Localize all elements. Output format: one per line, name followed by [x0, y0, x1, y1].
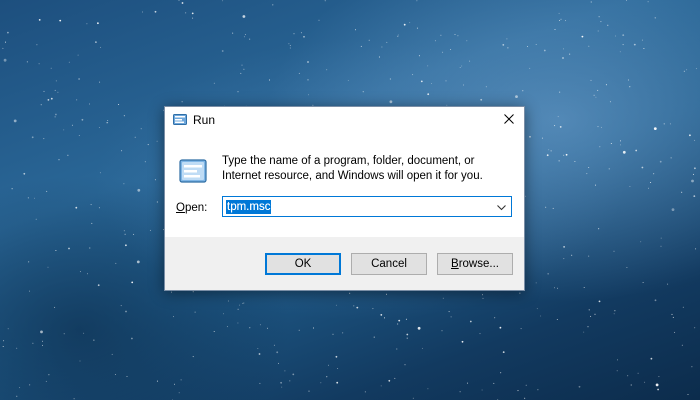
cancel-button-label: Cancel [371, 258, 407, 270]
run-dialog: Run Type the name of a program, folder, … [164, 106, 525, 291]
dialog-title: Run [193, 113, 216, 127]
run-icon [173, 113, 187, 126]
cancel-button[interactable]: Cancel [351, 253, 427, 275]
browse-button-label: Browse... [451, 258, 499, 270]
run-icon [177, 156, 209, 186]
title-bar[interactable]: Run [165, 107, 524, 133]
close-button[interactable] [494, 107, 524, 133]
chevron-down-icon [496, 198, 506, 216]
ok-button[interactable]: OK [265, 253, 341, 275]
dialog-body: Type the name of a program, folder, docu… [165, 133, 524, 237]
open-combobox[interactable]: tpm.msc [222, 196, 512, 217]
dialog-footer: OK Cancel Browse... [165, 237, 524, 290]
browse-button[interactable]: Browse... [437, 253, 513, 275]
ok-button-label: OK [294, 258, 312, 270]
dialog-description: Type the name of a program, folder, docu… [222, 155, 483, 182]
open-dropdown-button[interactable] [493, 200, 509, 214]
close-icon [504, 111, 514, 129]
open-input[interactable] [225, 199, 491, 214]
open-label: Open: [176, 202, 208, 214]
